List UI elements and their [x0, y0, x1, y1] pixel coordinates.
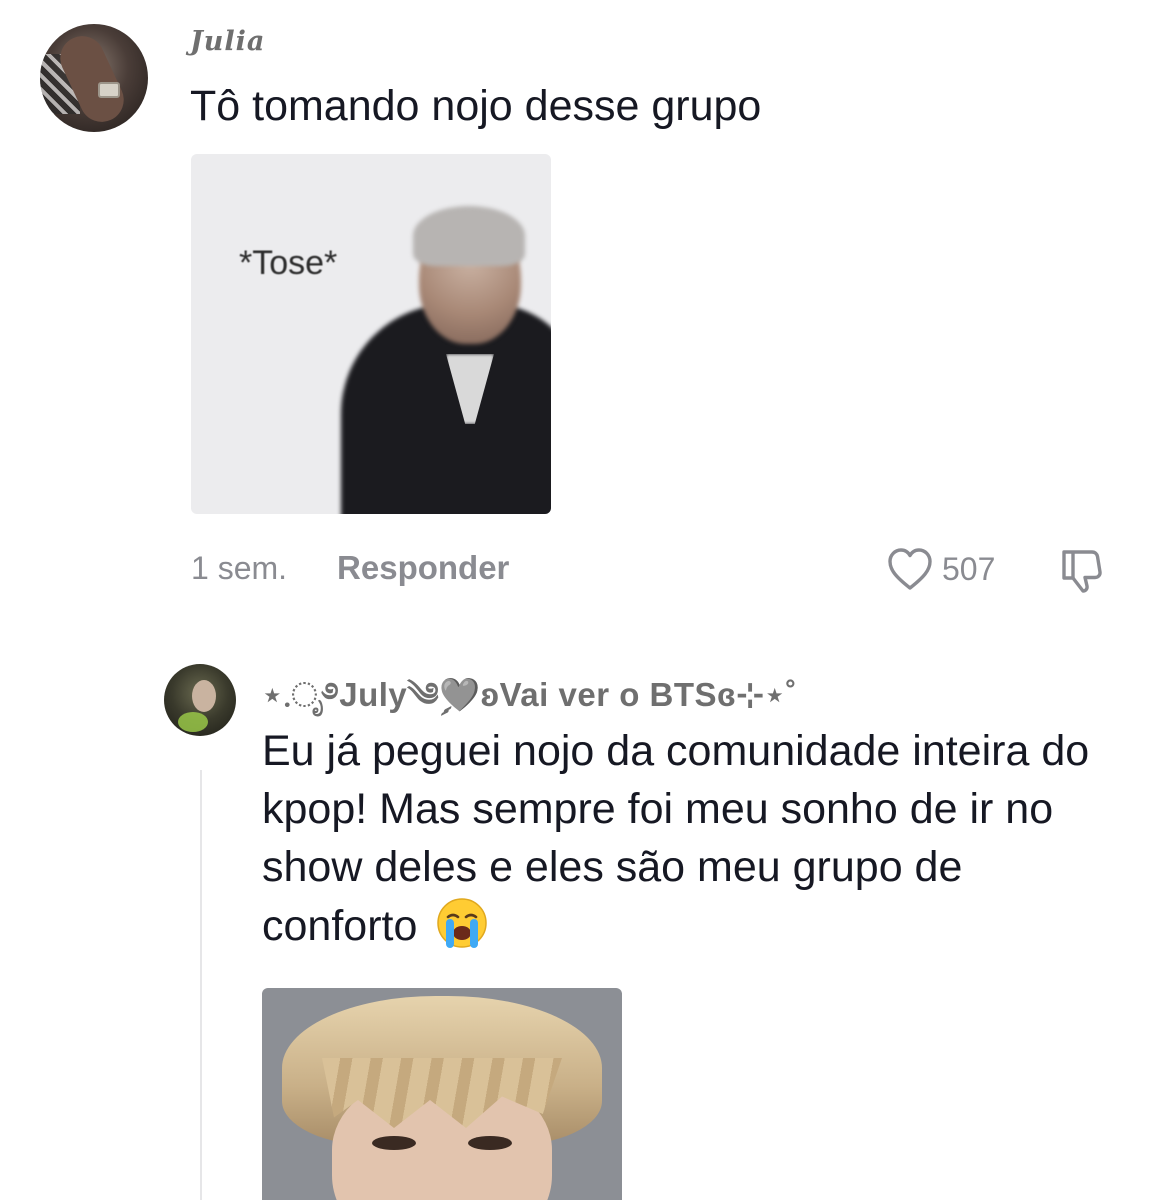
reply-thread-line: [200, 770, 202, 1200]
avatar[interactable]: [40, 24, 148, 132]
heart-icon[interactable]: [886, 546, 934, 592]
loudly-crying-face-icon: [437, 898, 488, 948]
comment-username[interactable]: Julia: [190, 26, 265, 57]
reply-text: Eu já peguei nojo da comunidade inteira …: [262, 727, 1090, 950]
image-caption: *Tose*: [239, 244, 338, 282]
reply-username-prefix: ⋆.ೃ࿔July༄ࣲ: [262, 676, 440, 713]
reply-avatar[interactable]: [164, 664, 236, 736]
reply-button[interactable]: Responder: [337, 549, 509, 587]
comment-meta: 1 sem. Responder: [191, 546, 509, 590]
like-count: 507: [942, 550, 996, 587]
like-button[interactable]: 507: [886, 546, 995, 592]
comment-timestamp: 1 sem.: [191, 549, 288, 586]
comment-image[interactable]: *Tose*: [191, 154, 551, 514]
reply-username-suffix: ʚVai ver o BTSɞ⊹⋆˚: [480, 676, 798, 713]
grey-heart-icon: 🩶: [439, 676, 481, 713]
reply-text-block: Eu já peguei nojo da comunidade inteira …: [262, 722, 1122, 955]
comment-text: Tô tomando nojo desse grupo: [190, 82, 762, 130]
reply-image[interactable]: [262, 988, 622, 1200]
thumbs-down-icon[interactable]: [1058, 546, 1108, 594]
